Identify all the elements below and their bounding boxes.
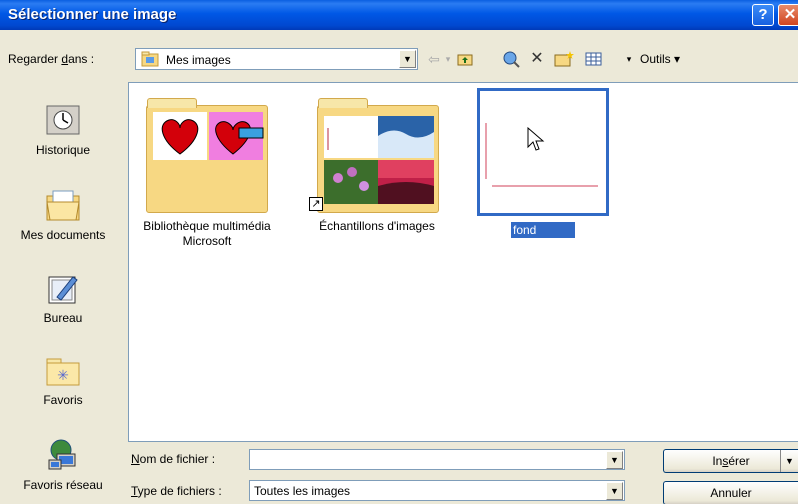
views-dropdown-icon[interactable]: ▾ — [624, 50, 634, 68]
filetype-select[interactable]: Toutes les images ▼ — [249, 480, 625, 501]
title-bar: Sélectionner une image — [0, 0, 798, 30]
file-label: Bibliothèque multimédia Microsoft — [143, 219, 271, 248]
insert-button[interactable]: Insérer ▼ — [663, 449, 798, 473]
file-label-fond[interactable]: fond — [511, 222, 575, 238]
delete-icon[interactable]: ✕ — [528, 50, 546, 68]
place-historique[interactable]: Historique — [3, 103, 123, 157]
tools-menu[interactable]: Outils ▾ — [640, 52, 680, 66]
pictures-folder-icon — [141, 51, 159, 67]
place-mes-documents[interactable]: Mes documents — [3, 188, 123, 242]
svg-text:✳: ✳ — [57, 367, 69, 383]
shortcut-arrow-icon: ↗ — [309, 197, 323, 211]
folder-thumbnail: ↗ — [307, 93, 447, 213]
close-button[interactable]: ✕ — [778, 4, 798, 26]
lookin-value: Mes images — [166, 53, 231, 67]
desktop-icon — [43, 271, 83, 307]
file-item-bibliotheque[interactable]: Bibliothèque multimédia Microsoft — [137, 93, 277, 249]
insert-dropdown-arrow[interactable]: ▼ — [780, 450, 798, 472]
clipart-preview — [153, 112, 264, 160]
back-arrow-icon[interactable]: ⇦ — [425, 50, 443, 68]
back-dropdown-icon[interactable]: ▾ — [443, 50, 453, 68]
filename-dropdown-arrow[interactable]: ▼ — [606, 451, 623, 469]
views-icon[interactable] — [584, 50, 604, 68]
mouse-cursor-icon — [527, 127, 545, 151]
filetype-label: Type de fichiers : — [131, 484, 222, 498]
lookin-dropdown[interactable]: Mes images ▼ — [135, 48, 418, 70]
lookin-dropdown-arrow[interactable]: ▼ — [399, 50, 416, 68]
cancel-button[interactable]: Annuler — [663, 481, 798, 504]
search-web-icon[interactable] — [502, 50, 522, 68]
filetype-value: Toutes les images — [254, 484, 351, 498]
file-item-echantillons[interactable]: ↗ Échantillons d'images — [307, 93, 447, 234]
lookin-label: Regarder dans : — [8, 52, 95, 66]
filetype-dropdown-arrow[interactable]: ▼ — [606, 482, 623, 500]
file-list[interactable]: Bibliothèque multimédia Microsoft ↗ Écha… — [128, 82, 798, 442]
folder-icon — [317, 98, 439, 213]
place-favoris[interactable]: ✳ Favoris — [3, 353, 123, 407]
history-icon — [43, 103, 83, 139]
folder-icon — [146, 98, 268, 213]
place-favoris-reseau[interactable]: Favoris réseau — [3, 438, 123, 492]
filename-label: Nom de fichier : — [131, 452, 216, 466]
folder-thumbnail — [137, 93, 277, 213]
network-places-icon — [43, 438, 83, 474]
sample-images-preview — [324, 116, 434, 204]
new-folder-icon[interactable] — [553, 50, 575, 68]
file-label: Échantillons d'images — [319, 219, 435, 233]
place-label: Favoris réseau — [23, 478, 103, 492]
place-label: Favoris — [43, 393, 83, 407]
my-documents-icon — [43, 188, 83, 224]
places-bar: Historique Mes documents Bureau ✳ Favori… — [3, 83, 123, 501]
place-label: Bureau — [43, 311, 83, 325]
help-button[interactable]: ? — [752, 4, 774, 26]
filename-input[interactable]: ▼ — [249, 449, 625, 470]
place-bureau[interactable]: Bureau — [3, 271, 123, 325]
file-item-fond-thumbnail[interactable] — [477, 88, 609, 216]
place-label: Mes documents — [20, 228, 106, 242]
place-label: Historique — [35, 143, 91, 157]
up-folder-icon[interactable] — [456, 50, 474, 68]
window-title: Sélectionner une image — [8, 6, 177, 23]
favorites-icon: ✳ — [43, 353, 83, 389]
